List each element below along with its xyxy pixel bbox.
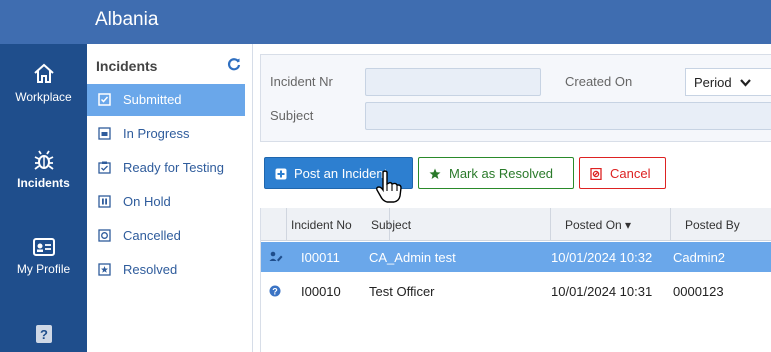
mark-resolved-label: Mark as Resolved bbox=[449, 166, 554, 181]
created-on-period-select[interactable]: Period bbox=[685, 68, 771, 96]
star-box-icon bbox=[98, 263, 111, 276]
period-select-value: Period bbox=[694, 75, 732, 90]
user-edit-icon bbox=[269, 251, 283, 262]
clipboard-check-icon bbox=[98, 161, 111, 174]
cell-subject: CA_Admin test bbox=[369, 250, 456, 265]
cell-posted-by: 0000123 bbox=[673, 284, 724, 299]
status-item-submitted[interactable]: Submitted bbox=[87, 84, 245, 116]
bug-icon bbox=[33, 150, 54, 170]
nav-item-my-profile[interactable]: My Profile bbox=[0, 236, 87, 276]
svg-text:?: ? bbox=[40, 327, 48, 342]
col-header-subject[interactable]: Subject bbox=[365, 208, 551, 241]
mark-resolved-button[interactable]: Mark as Resolved bbox=[418, 157, 574, 189]
nav-rail: Workplace Incidents My Profile ? bbox=[0, 0, 87, 352]
help-icon: ? bbox=[35, 325, 52, 343]
status-item-cancelled[interactable]: Cancelled bbox=[87, 220, 245, 252]
status-item-resolved[interactable]: Resolved bbox=[87, 254, 245, 286]
cell-subject: Test Officer bbox=[369, 284, 435, 299]
post-incident-label: Post an Incident bbox=[294, 166, 388, 181]
cancel-button[interactable]: Cancel bbox=[579, 157, 666, 189]
rail-top-band bbox=[0, 0, 87, 44]
nav-item-incidents[interactable]: Incidents bbox=[0, 148, 87, 190]
cell-posted-on: 10/01/2024 10:32 bbox=[551, 250, 653, 265]
status-item-ready-for-testing[interactable]: Ready for Testing bbox=[87, 152, 245, 184]
nav-label-workplace: Workplace bbox=[15, 90, 72, 104]
cancel-label: Cancel bbox=[610, 166, 651, 181]
grid-header: Incident No Subject Posted On ▾ Posted B… bbox=[261, 208, 771, 241]
nav-item-help[interactable]: ? bbox=[0, 324, 87, 344]
status-label-ready-for-testing: Ready for Testing bbox=[123, 160, 224, 175]
hand-cursor-icon bbox=[376, 170, 402, 203]
incident-nr-label: Incident Nr bbox=[270, 74, 333, 89]
col-header-posted-on[interactable]: Posted On ▾ bbox=[551, 208, 671, 241]
page-title: Albania bbox=[95, 9, 159, 30]
cancel-doc-icon bbox=[98, 229, 111, 242]
subject-label: Subject bbox=[270, 108, 314, 123]
id-card-icon bbox=[32, 238, 55, 256]
status-label-cancelled: Cancelled bbox=[123, 228, 181, 243]
info-icon: ? bbox=[269, 285, 281, 297]
table-row[interactable]: I00011 CA_Admin test 10/01/2024 10:32 Ca… bbox=[261, 242, 771, 272]
cell-incident-no: I00010 bbox=[301, 284, 341, 299]
table-row[interactable]: ? I00010 Test Officer 10/01/2024 10:31 0… bbox=[261, 276, 771, 306]
status-label-resolved: Resolved bbox=[123, 262, 178, 277]
filter-panel: Incident Nr Created On Period Subject bbox=[260, 54, 771, 142]
nav-label-my-profile: My Profile bbox=[16, 262, 71, 276]
status-item-in-progress[interactable]: In Progress bbox=[87, 118, 245, 150]
incident-grid: Incident No Subject Posted On ▾ Posted B… bbox=[260, 208, 771, 352]
incident-nr-input[interactable] bbox=[365, 68, 541, 96]
col-header-posted-by[interactable]: Posted By bbox=[671, 208, 771, 241]
created-on-label: Created On bbox=[565, 74, 633, 89]
home-icon bbox=[33, 63, 54, 83]
svg-text:?: ? bbox=[272, 287, 278, 297]
cell-posted-on: 10/01/2024 10:31 bbox=[551, 284, 653, 299]
plus-square-icon bbox=[275, 168, 287, 180]
cell-incident-no: I00011 bbox=[301, 250, 340, 265]
cell-posted-by: Cadmin2 bbox=[673, 250, 726, 265]
progress-doc-icon bbox=[98, 127, 111, 140]
status-item-on-hold[interactable]: On Hold bbox=[87, 186, 245, 218]
status-panel: Incidents Submitted In Progress Ready fo… bbox=[87, 44, 253, 352]
refresh-icon[interactable] bbox=[227, 57, 241, 71]
status-label-on-hold: On Hold bbox=[123, 194, 171, 209]
check-box-icon bbox=[98, 93, 111, 106]
col-icon-header bbox=[261, 208, 287, 241]
nav-item-workplace[interactable]: Workplace bbox=[0, 62, 87, 104]
nav-label-incidents: Incidents bbox=[17, 176, 70, 190]
pause-icon bbox=[98, 195, 111, 208]
status-panel-title: Incidents bbox=[96, 58, 158, 74]
star-icon bbox=[429, 168, 441, 179]
status-label-in-progress: In Progress bbox=[123, 126, 190, 141]
status-label-submitted: Submitted bbox=[123, 92, 182, 107]
app-header: Albania bbox=[87, 0, 771, 44]
chevron-down-icon bbox=[740, 79, 751, 87]
subject-input[interactable] bbox=[365, 102, 771, 130]
cancel-doc-icon bbox=[590, 168, 602, 180]
